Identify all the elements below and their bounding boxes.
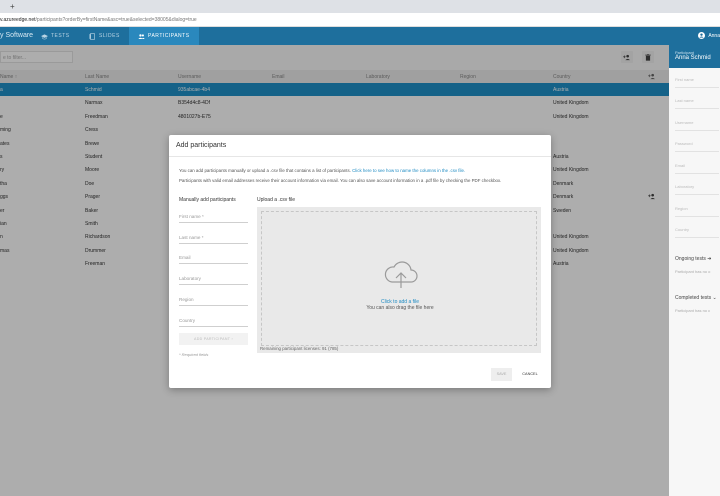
panel-header: Participant Anna Schmid [669, 45, 720, 68]
csv-drop-zone[interactable]: Click to add a file You can also drag th… [257, 207, 541, 353]
last-name-field[interactable]: Last name * [179, 230, 248, 244]
manual-add-title: Manually add participants [179, 197, 236, 203]
url-host: v.azureedge.net [0, 17, 36, 23]
email-field[interactable]: Email [179, 250, 248, 264]
user-menu[interactable]: Anna [698, 32, 720, 39]
panel-field-country[interactable]: Country [675, 227, 719, 238]
url-text[interactable]: v.azureedge.net/participants?orderBy=fir… [0, 17, 197, 23]
tab-participants[interactable]: PARTICIPANTS [129, 27, 199, 45]
account-icon [698, 32, 706, 39]
ongoing-tests-toggle[interactable]: Ongoing tests ➜ [675, 256, 711, 262]
ongoing-tests-title: Ongoing tests [675, 256, 706, 262]
save-button[interactable]: SAVE [491, 368, 512, 381]
panel-field-region[interactable]: Region [675, 206, 719, 217]
region-field[interactable]: Region [179, 292, 248, 306]
dialog-intro-line-2: Participants with valid email addresses … [179, 178, 502, 183]
panel-field-laboratory[interactable]: Laboratory [675, 184, 719, 195]
participant-detail-panel: Participant Anna Schmid First name Last … [669, 45, 720, 496]
new-tab-button[interactable]: + [10, 2, 15, 11]
chevron-right-icon: › [231, 337, 233, 341]
slides-icon [89, 32, 95, 40]
country-field[interactable]: Country [179, 313, 248, 327]
app-header: y Software TESTS SLIDES PARTICIPANTS Ann… [0, 27, 720, 45]
cloud-upload-icon [384, 261, 418, 288]
panel-field-first-name[interactable]: First name [675, 77, 719, 88]
panel-participant-name: Anna Schmid [675, 55, 711, 61]
cancel-button[interactable]: CANCEL [519, 368, 541, 381]
first-name-field[interactable]: First name * [179, 209, 248, 223]
app-brand: y Software [0, 32, 34, 39]
add-participant-button[interactable]: ADD PARTICIPANT › [179, 333, 248, 345]
panel-field-last-name[interactable]: Last name [675, 98, 719, 109]
panel-field-username[interactable]: Username [675, 120, 719, 131]
intro-text: You can add participants manually or upl… [179, 168, 351, 173]
add-participant-label: ADD PARTICIPANT [194, 337, 231, 341]
laboratory-field[interactable]: Laboratory [179, 271, 248, 285]
chevron-down-icon: ⌄ [712, 295, 717, 301]
ongoing-tests-note: Participant has no o [675, 269, 711, 274]
tab-participants-label: PARTICIPANTS [148, 33, 190, 39]
completed-tests-title: Completed tests [675, 295, 712, 301]
dialog-title: Add participants [169, 135, 551, 157]
dialog-intro-line-1: You can add participants manually or upl… [179, 168, 465, 173]
participants-icon [138, 33, 145, 39]
completed-tests-toggle[interactable]: Completed tests ⌄ [675, 295, 717, 301]
completed-tests-note: Participant has no c [675, 308, 711, 313]
tab-tests[interactable]: TESTS [32, 27, 79, 45]
tab-tests-label: TESTS [51, 33, 70, 39]
arrow-right-icon: ➜ [707, 256, 712, 262]
tab-slides-label: SLIDES [99, 33, 120, 39]
browser-tab-strip: + [0, 0, 720, 13]
csv-help-link[interactable]: Click here to see how to name the column… [352, 168, 465, 173]
panel-field-password[interactable]: Password [675, 141, 719, 152]
address-bar[interactable]: v.azureedge.net/participants?orderBy=fir… [0, 13, 720, 27]
tab-slides[interactable]: SLIDES [80, 27, 129, 45]
drag-hint: You can also drag the file here [366, 305, 434, 311]
panel-field-email[interactable]: Email [675, 163, 719, 174]
user-name: Anna [708, 32, 720, 39]
required-fields-note: * Required fields [179, 352, 209, 357]
add-participants-dialog: Add participants You can add participant… [169, 135, 551, 388]
upload-csv-title: Upload a .csv file [257, 197, 296, 203]
drop-zone-border[interactable]: Click to add a file You can also drag th… [261, 211, 537, 346]
url-path: /participants?orderBy=firstName&asc=true… [35, 17, 197, 23]
remaining-licenses: Remaining participant licenses: 91 (785) [260, 346, 339, 351]
graduation-cap-icon [41, 33, 48, 39]
